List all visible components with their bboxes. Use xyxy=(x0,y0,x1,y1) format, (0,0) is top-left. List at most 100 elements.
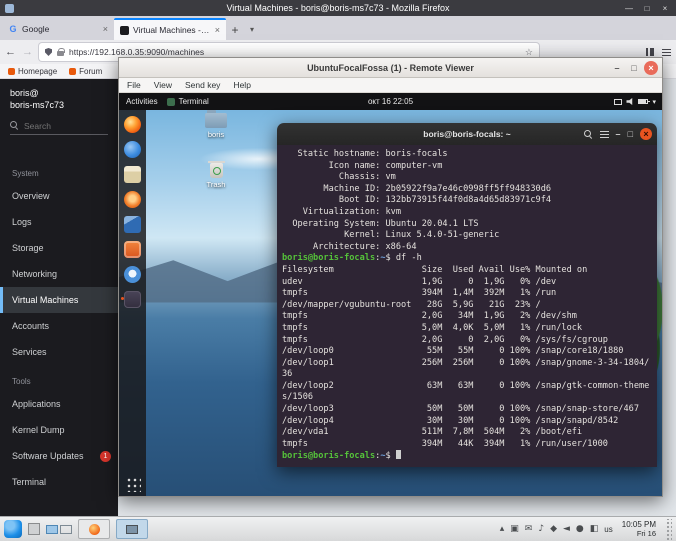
sidebar-search[interactable] xyxy=(10,117,108,135)
terminal-line: tmpfs 2,0G 34M 1,9G 2% /dev/shm xyxy=(282,311,652,323)
desktop-2[interactable] xyxy=(60,525,72,534)
maximize-button[interactable]: □ xyxy=(639,4,655,13)
panel-clock[interactable]: 10:05 PM Fri 16 xyxy=(622,520,656,538)
terminal-titlebar[interactable]: boris@boris-focals: ~ – □ × xyxy=(277,123,657,145)
maximize-button[interactable]: □ xyxy=(628,129,633,139)
battery-icon xyxy=(638,99,648,104)
updates-icon[interactable]: ◧ xyxy=(590,525,599,534)
menu-send-key[interactable]: Send key xyxy=(185,80,220,90)
sidebar-item-virtual-machines[interactable]: Virtual Machines xyxy=(0,287,118,313)
terminal-search-icon[interactable] xyxy=(584,130,593,139)
media-player-icon[interactable]: ♪ xyxy=(538,525,544,534)
ubuntu-software-icon xyxy=(124,241,141,258)
sidebar-item-overview[interactable]: Overview xyxy=(0,183,118,209)
sidebar-item-label: System xyxy=(12,169,39,178)
terminal-output[interactable]: Static hostname: boris-focals Icon name:… xyxy=(277,145,657,467)
forward-button[interactable]: → xyxy=(22,46,33,58)
desktop-1[interactable] xyxy=(46,525,58,534)
sidebar-item-label: Terminal xyxy=(12,477,46,487)
url-text[interactable]: https://192.168.0.35:9090/machines xyxy=(69,47,520,57)
help-dock-icon[interactable] xyxy=(122,265,143,283)
cockpit-sidebar: boris@ boris-ms7c73 SystemOverviewLogsSt… xyxy=(0,79,118,516)
volume-icon[interactable]: ◄ xyxy=(563,525,570,534)
close-button[interactable]: × xyxy=(657,4,673,13)
application-launcher-icon[interactable] xyxy=(4,520,22,538)
terminal-line: /dev/loop1 256M 256M 0 100% /snap/gnome-… xyxy=(282,358,652,370)
firefox-window-icon xyxy=(5,4,14,13)
terminal-line: Chassis: vm xyxy=(282,172,652,184)
close-button[interactable]: × xyxy=(644,61,658,75)
remote-viewer-icon xyxy=(126,525,138,534)
notifications-icon[interactable]: ● xyxy=(576,525,584,534)
firefox-titlebar: Virtual Machines - boris@boris-ms7c73 - … xyxy=(0,0,676,16)
tracking-shield-icon[interactable] xyxy=(45,48,52,56)
sidebar-item-services[interactable]: Services xyxy=(0,339,118,365)
firefox-dock-icon[interactable] xyxy=(122,115,143,133)
sidebar-item-label: Applications xyxy=(12,399,61,409)
bookmark-star-icon[interactable]: ☆ xyxy=(525,47,533,58)
sidebar-item-label: Kernel Dump xyxy=(12,425,65,435)
activities-button[interactable]: Activities xyxy=(126,97,158,106)
back-button[interactable]: ← xyxy=(5,46,16,58)
chevron-down-icon: ▾ xyxy=(652,98,656,106)
task-button-firefox[interactable] xyxy=(78,519,110,539)
show-applications-button[interactable] xyxy=(125,476,141,492)
show-desktop-icon[interactable] xyxy=(28,523,40,535)
sidebar-item-label: Accounts xyxy=(12,321,49,331)
terminal-menu-icon[interactable] xyxy=(600,134,609,135)
sidebar-item-applications[interactable]: Applications xyxy=(0,391,118,417)
terminal-window: boris@boris-focals: ~ – □ × Static hostn… xyxy=(277,123,657,467)
task-button-remote-viewer[interactable] xyxy=(116,519,148,539)
keyboard-layout-indicator[interactable]: us xyxy=(604,525,612,534)
virtual-desktop-pager[interactable] xyxy=(46,525,72,534)
hamburger-menu-icon[interactable] xyxy=(662,52,671,53)
panel-handle[interactable] xyxy=(665,519,672,540)
sidebar-item-kernel-dump[interactable]: Kernel Dump xyxy=(0,417,118,443)
mail-icon[interactable]: ✉ xyxy=(525,525,533,534)
minimize-button[interactable]: — xyxy=(621,4,637,13)
close-tab-icon[interactable]: × xyxy=(215,25,220,35)
list-all-tabs-icon[interactable]: ▾ xyxy=(244,25,260,34)
libreoffice-writer-dock-icon[interactable] xyxy=(122,215,143,233)
files-dock-icon[interactable] xyxy=(122,165,143,183)
bookmark-homepage[interactable]: Homepage xyxy=(8,67,57,76)
menu-help[interactable]: Help xyxy=(233,80,250,90)
search-input[interactable] xyxy=(24,121,102,131)
desktop-icon-home[interactable]: boris xyxy=(193,113,239,139)
library-icon[interactable] xyxy=(646,48,654,56)
sidebar-item-terminal[interactable]: Terminal xyxy=(0,469,118,495)
sidebar-item-networking[interactable]: Networking xyxy=(0,261,118,287)
close-tab-icon[interactable]: × xyxy=(103,24,108,34)
sidebar-item-label: Software Updates xyxy=(12,451,84,461)
terminal-icon xyxy=(124,291,141,308)
network-icon[interactable]: ◆ xyxy=(550,525,557,534)
close-button[interactable]: × xyxy=(640,128,652,140)
gnome-clock[interactable]: окт 16 22:05 xyxy=(368,97,413,106)
minimize-button[interactable]: – xyxy=(610,61,624,75)
terminal-title: boris@boris-focals: ~ xyxy=(423,129,510,139)
system-status-area[interactable]: ▾ xyxy=(614,98,656,106)
app-menu[interactable]: Terminal xyxy=(167,97,209,106)
menu-view[interactable]: View xyxy=(154,80,172,90)
sidebar-item-accounts[interactable]: Accounts xyxy=(0,313,118,339)
tray-expander-icon[interactable]: ▴ xyxy=(500,525,505,534)
sidebar-item-label: Networking xyxy=(12,269,57,279)
tab-virtual-machines[interactable]: Virtual Machines - bo × xyxy=(114,18,226,40)
sidebar-item-storage[interactable]: Storage xyxy=(0,235,118,261)
tab-google[interactable]: G Google × xyxy=(2,18,114,40)
terminal-line: /dev/loop4 30M 30M 0 100% /snap/snapd/85… xyxy=(282,416,652,428)
new-tab-button[interactable]: + xyxy=(226,23,244,37)
sidebar-item-software-updates[interactable]: Software Updates1 xyxy=(0,443,118,469)
terminal-dock-icon[interactable] xyxy=(122,290,143,308)
desktop-icon-trash[interactable]: Trash xyxy=(193,163,239,189)
ubuntu-software-dock-icon[interactable] xyxy=(122,240,143,258)
clipboard-icon[interactable]: ▣ xyxy=(510,525,519,534)
rhythmbox-dock-icon[interactable] xyxy=(122,190,143,208)
sidebar-item-logs[interactable]: Logs xyxy=(0,209,118,235)
minimize-button[interactable]: – xyxy=(616,129,621,139)
bookmark-forum[interactable]: Forum xyxy=(69,67,102,76)
maximize-button[interactable]: □ xyxy=(627,61,641,75)
thunderbird-dock-icon[interactable] xyxy=(122,140,143,158)
menu-file[interactable]: File xyxy=(127,80,141,90)
lock-icon[interactable] xyxy=(57,51,64,56)
